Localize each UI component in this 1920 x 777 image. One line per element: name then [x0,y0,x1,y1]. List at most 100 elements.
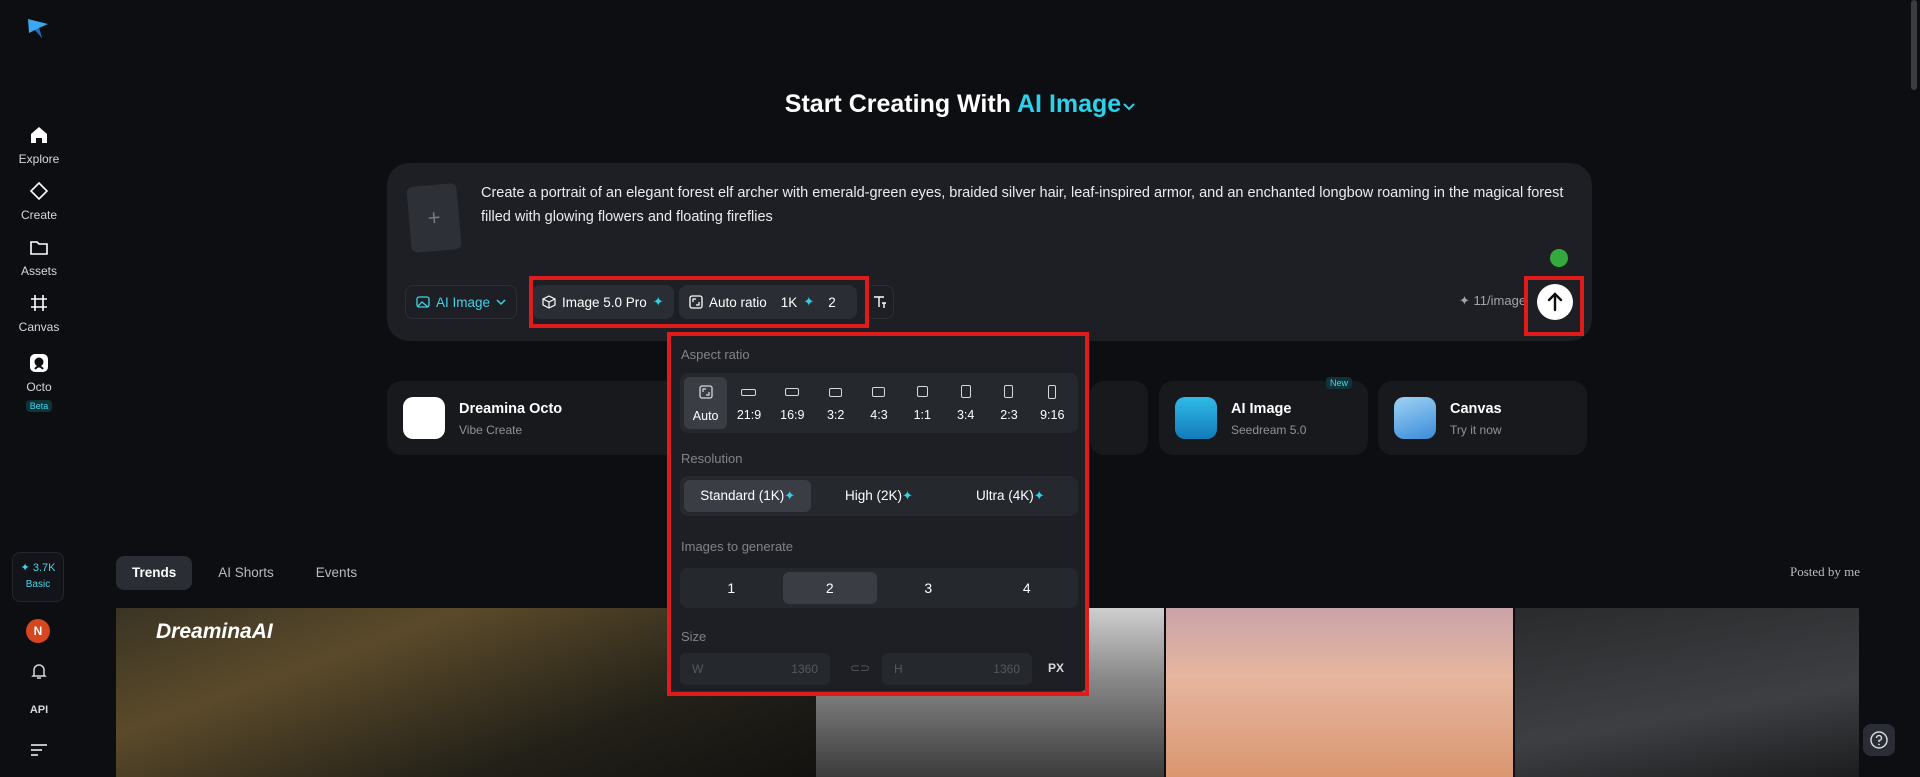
resolution-options: Standard (1K)✦ High (2K)✦ Ultra (4K)✦ [680,476,1078,516]
card-dreamina-octo[interactable]: Dreamina Octo Vibe Create [387,381,687,455]
credits-badge[interactable]: ✦ 3.7K Basic [12,552,64,602]
card-ai-image[interactable]: AI Image Seedream 5.0 New [1159,377,1368,455]
ratio-option-2-3[interactable]: 2:3 [987,377,1030,429]
canvas-card-icon [1394,397,1436,439]
gallery-item[interactable] [1515,608,1859,777]
page-scrollbar[interactable] [1911,0,1917,90]
ratio-shape [741,389,757,396]
ratio-option-1-1[interactable]: 1:1 [901,377,944,429]
posted-by-filter[interactable]: Posted by me [1790,564,1860,580]
mode-select-button[interactable]: AI Image [405,285,518,319]
tab-trends[interactable]: Trends [116,556,193,590]
api-link[interactable]: API [0,704,78,716]
height-field[interactable]: H 1360 [882,653,1032,685]
prompt-panel: + Create a portrait of an elegant forest… [387,163,1592,341]
ratio-label: Auto ratio [709,294,767,310]
resolution-option-standard[interactable]: Standard (1K)✦ [684,480,812,512]
sparkle-icon: ✦ [803,294,815,309]
ratio-label: 1:1 [913,408,931,422]
ratio-label: 16:9 [780,408,805,422]
home-icon [31,127,47,143]
help-button[interactable] [1863,724,1895,756]
image-icon [416,296,430,308]
images-count-label: Images to generate [681,539,794,554]
menu-icon[interactable] [30,743,48,757]
mode-label: AI Image [1017,90,1122,118]
octo-icon [30,354,48,372]
resolution-option-label: High (2K) [845,488,903,503]
resolution-option-high[interactable]: High (2K)✦ [815,480,942,512]
count-option-1[interactable]: 1 [684,572,779,604]
sidebar-item-label: Assets [20,264,57,278]
ratio-settings-button[interactable]: Auto ratio 1K ✦ 2 [679,285,857,319]
generate-button[interactable] [1537,284,1573,320]
ratio-option-21-9[interactable]: 21:9 [727,377,770,429]
unit-label[interactable]: PX [1048,661,1064,675]
sparkle-icon: ✦ [902,488,913,503]
add-reference-button[interactable]: + [406,182,462,254]
ratio-shape [1048,385,1057,399]
width-value: 1360 [791,662,818,676]
bell-icon[interactable] [29,661,49,681]
sidebar-item-canvas[interactable]: Canvas [0,292,78,336]
new-badge: New [1325,377,1352,389]
dreamina-logo-icon[interactable] [26,16,50,40]
ratio-label: 2:3 [1000,408,1018,422]
card-canvas[interactable]: Canvas Try it now [1378,381,1587,455]
ratio-shape [960,385,971,398]
plan-label: Basic [25,579,51,590]
resolution-option-label: Ultra (4K) [975,488,1034,503]
sidebar-item-label: Octo [26,380,52,394]
tab-ai-shorts[interactable]: AI Shorts [202,556,290,590]
ratio-option-3-4[interactable]: 3:4 [944,377,987,429]
ratio-option-auto[interactable]: Auto [684,377,728,429]
ratio-label: 3:2 [826,408,845,422]
ratio-option-3-2[interactable]: 3:2 [814,377,857,429]
images-count-options: 1 2 3 4 [680,568,1078,608]
ratio-label: 4:3 [870,408,888,422]
count-option-3[interactable]: 3 [881,572,976,604]
aspect-ratio-options: Auto 21:9 16:9 3:2 4:3 1:1 3:4 2:3 9:16 [680,373,1078,433]
sidebar-item-create[interactable]: Create [0,180,78,224]
sparkle-icon: ✦ [1459,293,1470,308]
text-format-button[interactable] [866,285,894,319]
ratio-icon [689,295,703,309]
card-title: Canvas [1450,401,1502,417]
width-field[interactable]: W 1360 [680,653,830,685]
count-option-2[interactable]: 2 [782,572,877,604]
aspect-ratio-label: Aspect ratio [681,347,750,362]
card-subtitle: Vibe Create [459,423,523,437]
assistant-icon[interactable] [1550,249,1568,267]
mode-switcher[interactable]: AI Image [1017,90,1135,118]
model-select-button[interactable]: Image 5.0 Pro ✦ [532,285,674,319]
card-subtitle: Seedream 5.0 [1231,423,1307,437]
card-hidden[interactable] [1090,381,1148,455]
sidebar-item-explore[interactable]: Explore [0,124,78,168]
sparkle-icon: ✦ [1033,488,1045,503]
tab-events[interactable]: Events [300,556,373,590]
app-root: Explore Create Assets Canvas Octo Beta ✦… [0,0,1920,777]
prompt-input[interactable]: Create a portrait of an elegant forest e… [481,181,1571,229]
beta-badge: Beta [25,400,53,412]
card-subtitle: Try it now [1450,423,1502,437]
credits-amount: 3.7K [32,562,56,574]
ratio-option-9-16[interactable]: 9:16 [1031,377,1074,429]
ratio-option-4-3[interactable]: 4:3 [857,377,900,429]
arrow-up-icon [1547,292,1563,312]
page-title: Start Creating With AI Image [0,90,1920,119]
gallery-item[interactable] [1166,608,1513,777]
sidebar-item-octo[interactable]: Octo Beta [0,352,78,414]
height-value: 1360 [993,662,1020,676]
resolution-label: Resolution [681,451,743,466]
model-label: Image 5.0 Pro [562,294,647,310]
sidebar-item-assets[interactable]: Assets [0,236,78,280]
ratio-label: 9:16 [1040,408,1065,422]
avatar[interactable]: N [26,619,50,643]
ratio-option-16-9[interactable]: 16:9 [771,377,814,429]
resolution-option-ultra[interactable]: Ultra (4K)✦ [947,480,1074,512]
diamond-icon [29,181,49,201]
count-option-4[interactable]: 4 [980,572,1075,604]
help-icon [1870,731,1888,749]
link-icon[interactable]: ⊂⊃ [850,661,870,677]
card-title: AI Image [1231,401,1292,417]
